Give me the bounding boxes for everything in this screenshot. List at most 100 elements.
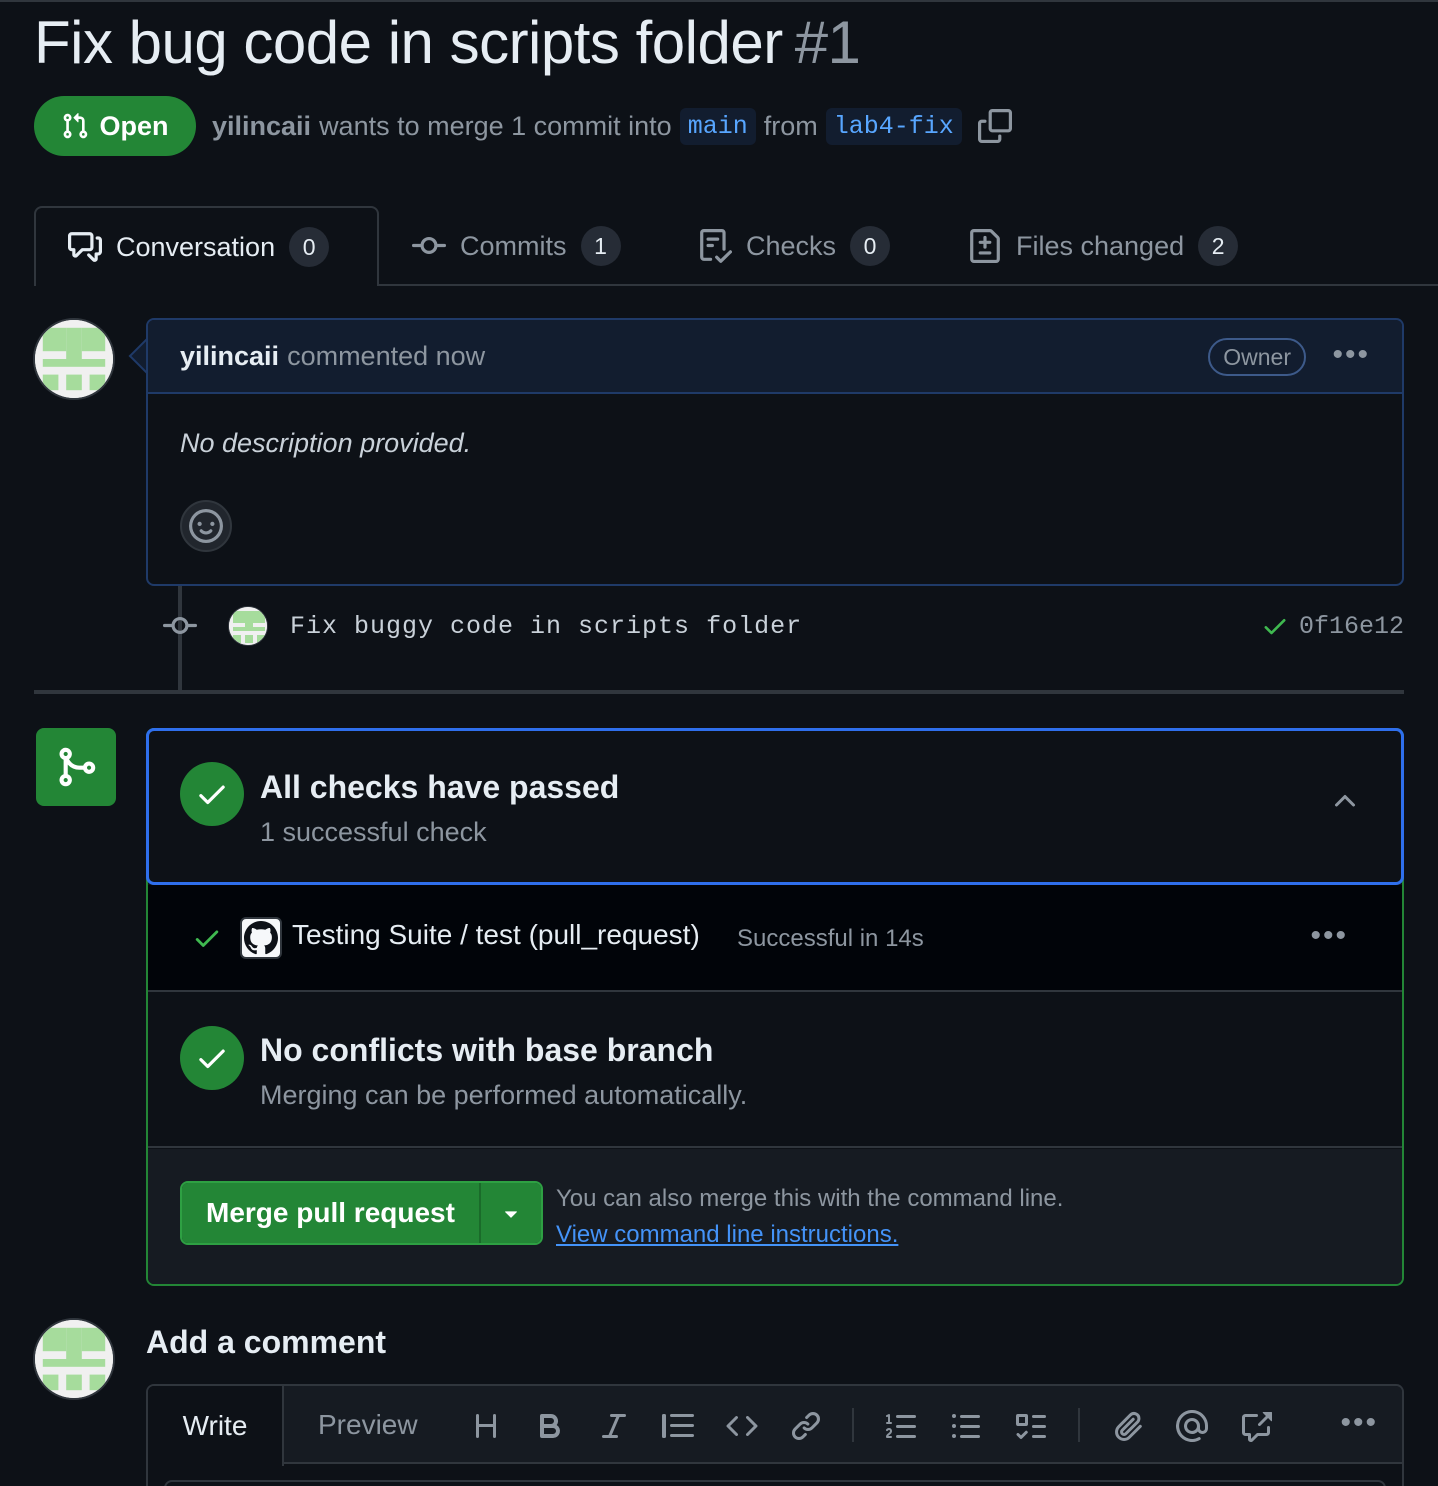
timeline-commit: Fix buggy code in scripts folder 0f16e12	[160, 600, 1404, 652]
conflicts-subtitle: Merging can be performed automatically.	[260, 1080, 748, 1110]
tab-commits-count: 1	[580, 226, 621, 266]
tab-files-changed-label: Files changed	[1016, 230, 1185, 261]
checks-subtitle: 1 successful check	[260, 817, 487, 847]
git-merge-icon	[59, 747, 96, 787]
comment-options-kebab-icon[interactable]: •••	[1332, 340, 1370, 370]
check-icon[interactable]	[1261, 612, 1289, 640]
comment-body: No description provided.	[180, 428, 472, 458]
file-diff-icon	[970, 229, 1000, 263]
heading-icon[interactable]	[466, 1406, 506, 1446]
identicon-avatar	[35, 1320, 113, 1398]
paperclip-icon[interactable]	[1108, 1406, 1148, 1446]
check-icon	[199, 785, 225, 805]
pr-author-link[interactable]: yilincaii	[212, 111, 311, 142]
tab-commits[interactable]: Commits 1	[412, 206, 621, 286]
check-icon	[199, 1049, 225, 1069]
commit-message-link[interactable]: Fix buggy code in scripts folder	[290, 612, 802, 641]
conflicts-section: No conflicts with base branch Merging ca…	[148, 992, 1402, 1148]
merge-actions: Merge pull request You can also merge th…	[148, 1149, 1402, 1284]
commit-author-avatar[interactable]	[228, 606, 268, 646]
comment-header: yilincaii commented now Owner •••	[148, 320, 1402, 394]
timeline-separator	[34, 690, 1404, 694]
triangle-down-icon	[505, 1211, 517, 1218]
toolbar-more-kebab-icon[interactable]: •••	[1340, 1408, 1378, 1438]
identicon-avatar	[229, 607, 267, 645]
toolbar-divider	[852, 1408, 854, 1442]
owner-badge: Owner	[1208, 338, 1306, 376]
mention-icon[interactable]	[1172, 1406, 1212, 1446]
tab-conversation[interactable]: Conversation 0	[34, 206, 379, 286]
tab-conversation-label: Conversation	[116, 231, 276, 262]
italic-icon[interactable]	[594, 1406, 634, 1446]
pr-from-text: from	[763, 110, 818, 141]
comment-author[interactable]: yilincaii	[180, 341, 279, 372]
task-list-icon[interactable]	[1010, 1406, 1050, 1446]
avatar[interactable]	[33, 1318, 115, 1400]
checklist-icon	[700, 229, 732, 263]
merge-method-dropdown[interactable]	[478, 1183, 541, 1243]
avatar[interactable]	[33, 318, 115, 400]
tab-checks-label: Checks	[746, 230, 837, 261]
check-run-name-link[interactable]: Testing Suite / test (pull_request)	[292, 919, 700, 951]
no-conflicts-badge	[180, 1026, 244, 1090]
checks-title: All checks have passed	[260, 769, 620, 805]
pr-state-label: Open	[99, 110, 169, 141]
tab-files-changed-count: 2	[1198, 226, 1239, 266]
pr-title-text: Fix bug code in scripts folder	[34, 9, 783, 76]
conflicts-title: No conflicts with base branch	[260, 1032, 714, 1068]
tab-checks-count: 0	[850, 226, 891, 266]
quote-icon[interactable]	[658, 1406, 698, 1446]
link-icon[interactable]	[786, 1406, 826, 1446]
tab-checks[interactable]: Checks 0	[698, 206, 891, 286]
unordered-list-icon[interactable]	[946, 1406, 986, 1446]
check-icon	[195, 930, 219, 947]
identicon-avatar	[35, 320, 113, 398]
merge-status-icon	[36, 728, 116, 806]
commit-node	[160, 609, 200, 643]
tab-conversation-count: 0	[289, 227, 330, 267]
pr-merge-text: wants to merge 1 commit into	[319, 110, 672, 141]
toolbar-divider	[1078, 1408, 1080, 1442]
tab-write[interactable]: Write	[148, 1386, 284, 1466]
pr-state-badge: Open	[34, 96, 196, 156]
comment-timestamp[interactable]: commented now	[287, 341, 485, 372]
add-comment-title: Add a comment	[146, 1324, 387, 1360]
code-icon[interactable]	[722, 1406, 762, 1446]
checks-summary[interactable]: All checks have passed 1 successful chec…	[146, 728, 1404, 885]
chevron-up-icon[interactable]	[1329, 785, 1361, 817]
git-pull-request-icon	[64, 113, 88, 139]
cross-reference-icon[interactable]	[1236, 1406, 1276, 1446]
pr-tabs: Conversation 0 Commits 1 Checks 0 Files …	[34, 206, 1438, 286]
check-run-options-kebab-icon[interactable]: •••	[1310, 921, 1348, 951]
head-branch[interactable]: lab4-fix	[825, 107, 962, 145]
commit-sha-group: 0f16e12	[1261, 612, 1404, 641]
git-commit-icon	[163, 616, 197, 634]
pr-title: Fix bug code in scripts folder #1	[34, 8, 861, 77]
comment-editor: Write Preview •••	[146, 1384, 1404, 1486]
smiley-icon	[189, 509, 223, 543]
merge-pull-request-button[interactable]: Merge pull request	[182, 1183, 479, 1243]
pr-number: #1	[794, 9, 861, 76]
tab-files-changed[interactable]: Files changed 2	[968, 206, 1239, 286]
add-reaction-button[interactable]	[180, 500, 232, 552]
check-run-row: Testing Suite / test (pull_request) Succ…	[148, 885, 1402, 992]
comment-discussion-icon	[68, 232, 102, 262]
github-actions-logo	[240, 917, 282, 959]
top-border	[0, 0, 1438, 2]
editor-toolbar: Write Preview •••	[148, 1386, 1402, 1466]
git-commit-icon	[412, 236, 446, 254]
pr-meta: yilincaii wants to merge 1 commit into m…	[212, 104, 1012, 148]
numbered-list-icon[interactable]	[882, 1406, 922, 1446]
github-mark-icon	[244, 921, 278, 955]
tab-commits-label: Commits	[460, 230, 567, 261]
bold-icon[interactable]	[530, 1406, 570, 1446]
tab-preview[interactable]: Preview	[318, 1386, 418, 1464]
merge-button-group: Merge pull request	[180, 1181, 543, 1245]
check-run-status: Successful in 14s	[737, 925, 924, 952]
base-branch[interactable]: main	[679, 107, 756, 145]
copy-icon[interactable]	[977, 109, 1012, 143]
commit-sha-link[interactable]: 0f16e12	[1299, 612, 1404, 641]
comment-textarea[interactable]	[164, 1480, 1386, 1486]
pr-description-comment: yilincaii commented now Owner ••• No des…	[146, 318, 1404, 586]
command-line-instructions-link[interactable]: View command line instructions.	[556, 1221, 898, 1249]
